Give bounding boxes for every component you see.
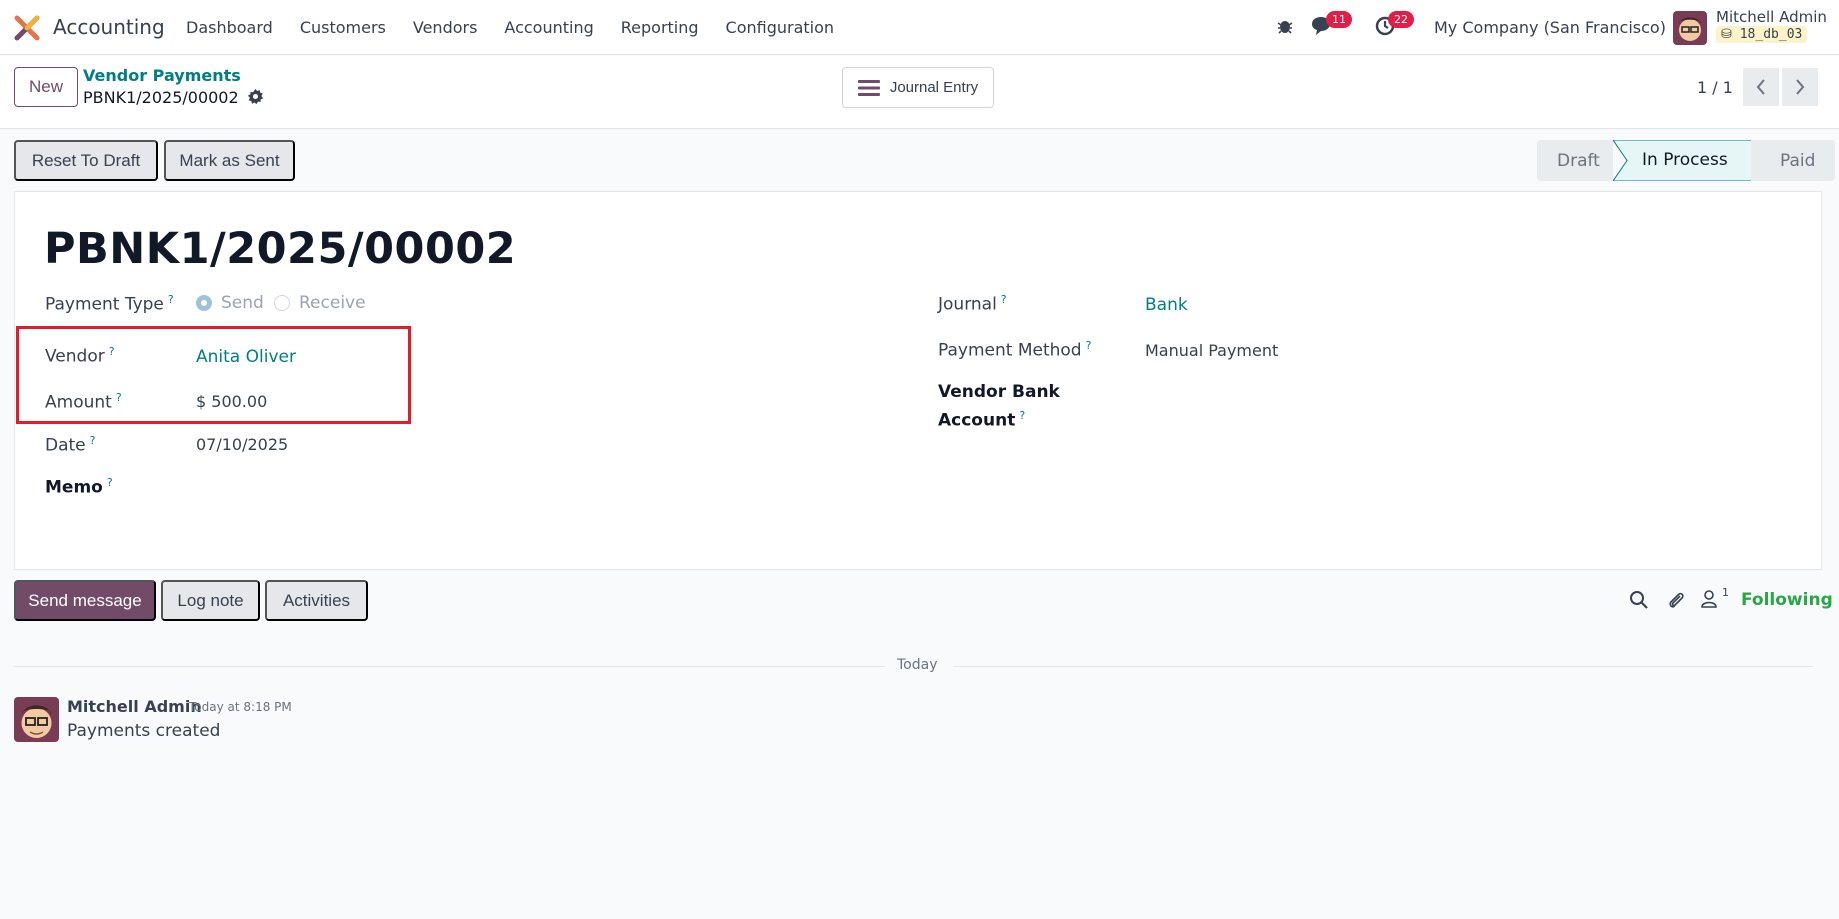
user-name[interactable]: Mitchell Admin [1716, 8, 1827, 26]
search-icon[interactable] [1629, 590, 1649, 610]
main-menu: Dashboard Customers Vendors Accounting R… [186, 18, 861, 37]
breadcrumb-current-record: PBNK1/2025/00002 [83, 88, 239, 107]
vendor-bank-account-label: Vendor Bank [938, 382, 1060, 402]
database-icon: ⛁ [1721, 27, 1740, 42]
payment-type-receive-label[interactable]: Receive [299, 293, 366, 313]
menu-reporting[interactable]: Reporting [621, 18, 699, 37]
payment-type-receive-radio[interactable] [274, 295, 290, 311]
new-button[interactable]: New [14, 67, 78, 107]
menu-lines-icon [857, 79, 880, 96]
company-switcher[interactable]: My Company (San Francisco) [1434, 18, 1666, 37]
mark-as-sent-button[interactable]: Mark as Sent [164, 140, 295, 181]
stage-paid[interactable]: Paid [1751, 140, 1835, 181]
pager-next-button[interactable] [1782, 68, 1818, 106]
menu-configuration[interactable]: Configuration [726, 18, 835, 37]
date-separator: Today [897, 657, 938, 673]
help-tooltip-icon[interactable]: ? [1086, 339, 1092, 352]
pager-value[interactable]: 1 / 1 [1697, 78, 1733, 97]
memo-label: Memo? [45, 476, 113, 498]
following-button[interactable]: Following [1741, 590, 1833, 610]
help-tooltip-icon[interactable]: ? [1019, 409, 1025, 422]
stage-draft[interactable]: Draft [1537, 140, 1613, 181]
journal-label: Journal? [938, 293, 1007, 315]
log-note-button[interactable]: Log note [161, 580, 260, 621]
payment-method-field[interactable]: Manual Payment [1145, 341, 1278, 360]
pager-previous-button[interactable] [1743, 68, 1779, 106]
debug-icon[interactable] [1276, 14, 1294, 38]
message-body: Payments created [67, 721, 221, 741]
messages-badge: 11 [1326, 11, 1352, 28]
help-tooltip-icon[interactable]: ? [1001, 293, 1007, 306]
page-title: PBNK1/2025/00002 [44, 224, 517, 274]
menu-accounting[interactable]: Accounting [504, 18, 593, 37]
journal-field[interactable]: Bank [1145, 295, 1188, 315]
message-author-avatar[interactable] [14, 697, 59, 742]
app-name[interactable]: Accounting [53, 15, 165, 39]
help-tooltip-icon[interactable]: ? [168, 293, 174, 306]
accounting-app-icon[interactable] [14, 15, 40, 41]
reset-to-draft-button[interactable]: Reset To Draft [14, 140, 158, 181]
control-panel: New Vendor Payments PBNK1/2025/00002 Jou… [0, 56, 1839, 129]
activities-button[interactable]: Activities [265, 580, 368, 621]
journal-entry-label: Journal Entry [889, 79, 979, 96]
gear-icon[interactable] [247, 88, 264, 105]
followers-count: 1 [1722, 586, 1729, 599]
date-separator-line [953, 666, 1813, 667]
followers-button[interactable]: 1 [1700, 586, 1729, 612]
payment-type-send-label[interactable]: Send [221, 293, 264, 313]
menu-dashboard[interactable]: Dashboard [186, 18, 273, 37]
date-label: Date? [45, 434, 96, 456]
top-navbar: Accounting Dashboard Customers Vendors A… [0, 0, 1839, 55]
chevron-right-icon [1796, 79, 1805, 95]
status-bar: Draft In Process Paid [1537, 140, 1835, 181]
user-avatar[interactable] [1673, 11, 1707, 45]
activities-badge: 22 [1388, 11, 1414, 28]
breadcrumb-vendor-payments[interactable]: Vendor Payments [83, 66, 241, 85]
menu-customers[interactable]: Customers [300, 18, 386, 37]
chevron-left-icon [1756, 79, 1765, 95]
payment-type-label: Payment Type? [45, 293, 174, 315]
database-chip: ⛁ 18_db_03 [1716, 26, 1808, 43]
journal-entry-button[interactable]: Journal Entry [842, 67, 994, 108]
messages-icon[interactable]: 11 [1310, 11, 1352, 38]
date-field[interactable]: 07/10/2025 [196, 435, 288, 454]
highlight-box [16, 326, 411, 424]
message-timestamp: Today at 8:18 PM [189, 700, 292, 714]
help-tooltip-icon[interactable]: ? [90, 434, 96, 447]
help-tooltip-icon[interactable]: ? [107, 476, 113, 489]
message-author[interactable]: Mitchell Admin [67, 697, 202, 716]
menu-vendors[interactable]: Vendors [413, 18, 478, 37]
send-message-button[interactable]: Send message [14, 580, 156, 621]
vendor-bank-account-label-line2: Account? [938, 409, 1026, 431]
date-separator-line [14, 666, 885, 667]
user-icon [1701, 590, 1717, 608]
stage-in-process[interactable]: In Process [1642, 150, 1728, 170]
payment-method-label: Payment Method? [938, 339, 1092, 361]
activities-icon[interactable]: 22 [1374, 11, 1414, 38]
paperclip-icon[interactable] [1666, 590, 1686, 610]
payment-type-send-radio[interactable] [196, 295, 212, 311]
